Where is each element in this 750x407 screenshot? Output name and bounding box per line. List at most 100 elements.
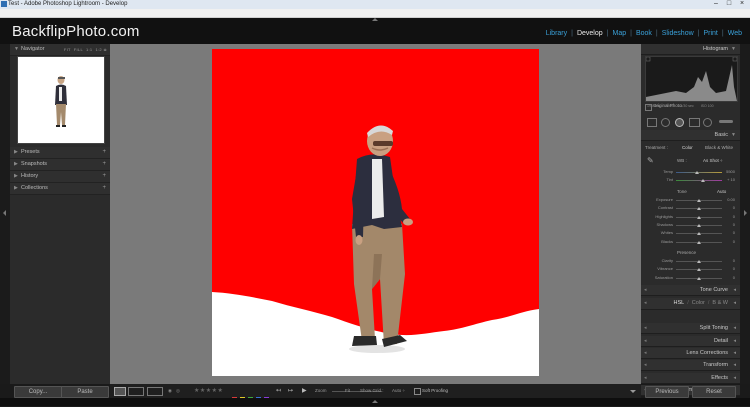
play-icon[interactable]: ▶ bbox=[302, 387, 307, 394]
module-slideshow[interactable]: Slideshow bbox=[662, 30, 694, 37]
left-panel-edge[interactable] bbox=[0, 44, 10, 384]
vibrance-value[interactable]: 0 bbox=[721, 266, 735, 271]
panel-detail[interactable]: ◂ Detail ◂ bbox=[641, 336, 740, 347]
panel-title: Collections bbox=[21, 185, 48, 191]
spot-removal-tool-icon[interactable] bbox=[661, 118, 670, 127]
hsl-tab[interactable]: B & W bbox=[712, 300, 728, 306]
shadows-slider-knob[interactable] bbox=[697, 223, 701, 227]
module-print[interactable]: Print bbox=[703, 30, 717, 37]
exposure-value[interactable]: 0.00 bbox=[721, 197, 735, 202]
navigator-preview[interactable] bbox=[17, 56, 105, 144]
show-grid-label[interactable]: Show Grid : bbox=[360, 388, 384, 393]
tone-auto-button[interactable]: Auto bbox=[717, 189, 726, 194]
panel-lens-corrections[interactable]: ◂ Lens Corrections ◂ bbox=[641, 348, 740, 359]
panel-effects[interactable]: ◂ Effects ◂ bbox=[641, 373, 740, 384]
redeye-tool-icon[interactable] bbox=[675, 118, 684, 127]
star-rating[interactable]: ★★★★★ bbox=[194, 387, 223, 394]
vibrance-slider-knob[interactable] bbox=[697, 268, 701, 272]
temp-slider[interactable] bbox=[676, 172, 722, 173]
panel-split-toning[interactable]: ◂ Split Toning ◂ bbox=[641, 323, 740, 334]
photo-preview[interactable] bbox=[212, 49, 539, 376]
compare-view-icon[interactable] bbox=[147, 387, 163, 396]
panel-hsl-color-bw[interactable]: ◂ HSL / Color / B & W ◂ bbox=[641, 298, 740, 310]
navigator-header[interactable]: ▼ Navigator FIT FILL 1:1 1:2 ≑ bbox=[10, 44, 110, 56]
original-photo-checkbox[interactable] bbox=[645, 104, 652, 111]
tint-slider-knob[interactable] bbox=[701, 179, 705, 182]
whites-slider-knob[interactable] bbox=[697, 232, 701, 236]
panel-presets[interactable]: ▶ Presets + bbox=[10, 147, 110, 159]
loupe-view-icon[interactable] bbox=[114, 387, 126, 396]
adjustment-brush-icon[interactable] bbox=[719, 120, 733, 123]
clarity-value[interactable]: 0 bbox=[721, 258, 735, 263]
toolbar-menu-icon[interactable] bbox=[630, 390, 636, 393]
saturation-value[interactable]: 0 bbox=[721, 275, 735, 280]
module-web[interactable]: Web bbox=[728, 30, 742, 37]
right-panel-toggle-icon[interactable] bbox=[744, 210, 747, 216]
panel-collections[interactable]: ▶ Collections + bbox=[10, 183, 110, 195]
add-icon[interactable]: + bbox=[102, 183, 106, 194]
module-develop[interactable]: Develop bbox=[577, 30, 603, 37]
crop-icon[interactable] bbox=[647, 118, 657, 127]
navigator-zoom-option[interactable]: FILL bbox=[74, 47, 83, 52]
panel-transform[interactable]: ◂ Transform ◂ bbox=[641, 360, 740, 371]
panel-tone-curve[interactable]: ◂ Tone Curve ◂ bbox=[641, 285, 740, 296]
graduated-filter-icon[interactable] bbox=[689, 118, 700, 127]
navigator-zoom-options: FIT FILL 1:1 1:2 ≑ bbox=[61, 44, 107, 55]
panel-snapshots[interactable]: ▶ Snapshots + bbox=[10, 159, 110, 171]
module-picker: Library | Develop | Map | Book | Slideshow | Print… bbox=[546, 30, 742, 37]
contrast-slider-knob[interactable] bbox=[697, 207, 701, 211]
tint-slider[interactable] bbox=[676, 180, 722, 181]
previous-button[interactable]: Previous bbox=[645, 386, 689, 398]
previous-arrow-icon[interactable]: ↤ bbox=[276, 387, 281, 394]
radial-filter-icon[interactable] bbox=[703, 118, 712, 127]
highlights-slider-knob[interactable] bbox=[697, 215, 701, 219]
whites-value[interactable]: 0 bbox=[721, 230, 735, 235]
filmstrip-edge[interactable] bbox=[0, 398, 750, 406]
top-panel-toggle-icon[interactable] bbox=[372, 18, 378, 21]
navigator-zoom-option[interactable]: FIT bbox=[64, 47, 71, 52]
reset-button[interactable]: Reset bbox=[692, 386, 736, 398]
maximize-button[interactable]: □ bbox=[723, 0, 735, 8]
highlights-value[interactable]: 0 bbox=[721, 214, 735, 219]
clarity-slider-knob[interactable] bbox=[697, 260, 701, 263]
minimize-button[interactable]: – bbox=[710, 0, 722, 8]
add-icon[interactable]: + bbox=[102, 171, 106, 182]
eyedropper-icon[interactable]: ✎ bbox=[647, 157, 655, 165]
navigator-zoom-option[interactable]: 1:1 bbox=[86, 47, 92, 52]
close-button[interactable]: × bbox=[736, 0, 748, 8]
saturation-slider-knob[interactable] bbox=[697, 276, 701, 280]
before-after-icon[interactable] bbox=[128, 387, 144, 396]
spot-removal-icon[interactable]: ◉ bbox=[168, 388, 172, 394]
next-arrow-icon[interactable]: ↦ bbox=[288, 387, 293, 394]
soft-proofing-checkbox[interactable] bbox=[414, 388, 421, 395]
blacks-slider-knob[interactable] bbox=[697, 240, 701, 244]
tint-value[interactable]: + 10 bbox=[721, 177, 735, 182]
module-book[interactable]: Book bbox=[636, 30, 652, 37]
add-icon[interactable]: + bbox=[102, 159, 106, 170]
navigator-zoom-option[interactable]: 1:2 ≑ bbox=[95, 47, 107, 52]
contrast-value[interactable]: 0 bbox=[721, 205, 735, 210]
module-map[interactable]: Map bbox=[612, 30, 626, 37]
panel-history[interactable]: ▶ History + bbox=[10, 171, 110, 183]
redeye-icon[interactable]: ◎ bbox=[176, 388, 180, 394]
hsl-tab[interactable]: HSL bbox=[673, 300, 684, 306]
temp-value[interactable]: 5500 bbox=[721, 169, 735, 174]
copy-button[interactable]: Copy... bbox=[14, 386, 62, 398]
basic-header[interactable]: Basic ▼ bbox=[641, 130, 740, 141]
shadows-value[interactable]: 0 bbox=[721, 222, 735, 227]
right-panel-edge[interactable] bbox=[740, 44, 750, 384]
hsl-tab[interactable]: Color bbox=[692, 300, 705, 306]
treatment-bw-option[interactable]: Black & White bbox=[705, 145, 733, 150]
temp-slider-knob[interactable] bbox=[695, 171, 699, 174]
exposure-slider-knob[interactable] bbox=[697, 199, 701, 202]
paste-button[interactable]: Paste bbox=[61, 386, 109, 398]
wb-select[interactable]: As Shot ÷ bbox=[703, 158, 722, 163]
grid-auto-select[interactable]: Auto ÷ bbox=[392, 388, 405, 393]
histogram-header[interactable]: Histogram ▼ bbox=[641, 44, 740, 55]
left-panel-toggle-icon[interactable] bbox=[3, 210, 6, 216]
blacks-value[interactable]: 0 bbox=[721, 239, 735, 244]
filmstrip-toggle-icon[interactable] bbox=[372, 400, 378, 403]
module-library[interactable]: Library bbox=[546, 30, 567, 37]
add-icon[interactable]: + bbox=[102, 147, 106, 158]
treatment-color-option[interactable]: Color bbox=[682, 145, 693, 150]
